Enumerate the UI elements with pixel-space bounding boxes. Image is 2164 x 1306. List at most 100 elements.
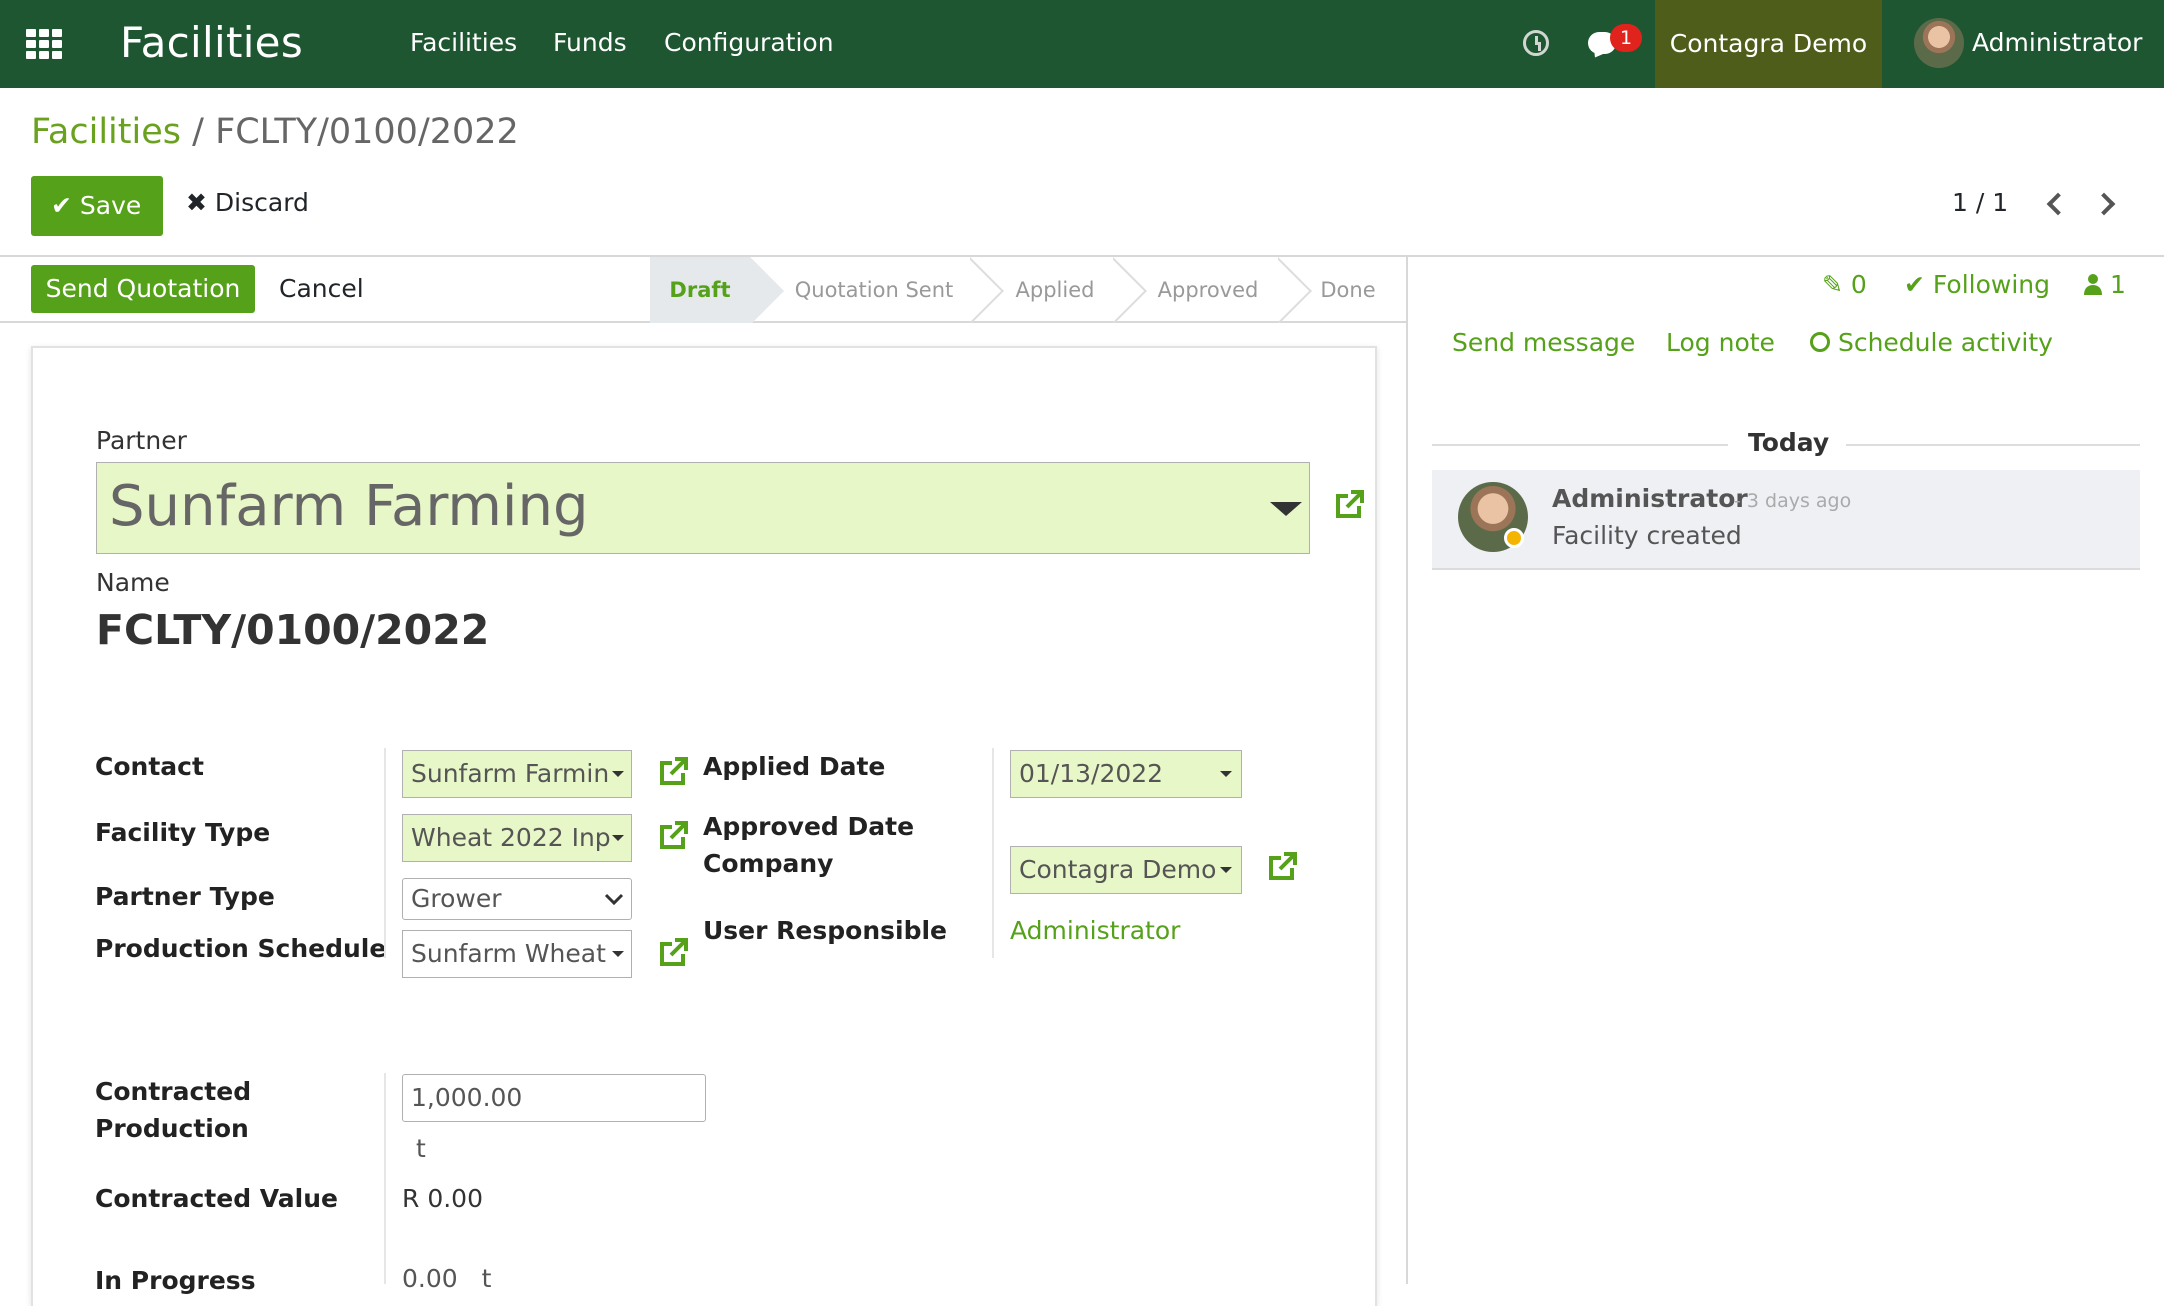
clock-icon xyxy=(1810,332,1830,352)
followers-count: 1 xyxy=(2109,270,2126,299)
production-schedule-label: Production Schedule xyxy=(95,934,387,963)
schedule-activity-button[interactable]: Schedule activity xyxy=(1810,328,2053,357)
breadcrumb: Facilities / FCLTY/0100/2022 xyxy=(31,112,519,152)
chatter-divider xyxy=(1406,257,1408,1284)
label-separator xyxy=(384,748,386,958)
app-title[interactable]: Facilities xyxy=(120,18,303,67)
breadcrumb-parent[interactable]: Facilities xyxy=(31,112,181,152)
partner-label: Partner xyxy=(96,426,187,455)
applied-date-value: 01/13/2022 xyxy=(1019,759,1164,788)
partner-type-label: Partner Type xyxy=(95,882,275,911)
breadcrumb-current: FCLTY/0100/2022 xyxy=(215,112,519,152)
caret-down-icon[interactable] xyxy=(612,771,624,777)
stage-draft[interactable]: Draft xyxy=(650,257,750,323)
online-status-icon xyxy=(1504,528,1524,548)
contracted-value: R 0.00 xyxy=(402,1184,483,1213)
activity-clock-icon[interactable] xyxy=(1523,30,1549,56)
save-button[interactable]: ✔ Save xyxy=(31,176,163,236)
external-link-icon[interactable] xyxy=(656,936,690,970)
attachments-count: 0 xyxy=(1850,270,1867,299)
schedule-activity-label: Schedule activity xyxy=(1837,328,2053,357)
contact-label: Contact xyxy=(95,752,204,781)
caret-down-icon[interactable] xyxy=(1220,771,1232,777)
top-navbar: Facilities Facilities Funds Configuratio… xyxy=(0,0,2164,88)
message-body: Facility created xyxy=(1552,521,1742,550)
in-progress-amount: 0.00 xyxy=(402,1264,458,1293)
check-icon: ✔ xyxy=(1904,270,1925,299)
external-link-icon[interactable] xyxy=(1265,850,1299,884)
external-link-icon[interactable] xyxy=(1332,488,1366,522)
following-label: Following xyxy=(1932,270,2050,299)
user-avatar[interactable] xyxy=(1914,18,1964,68)
followers-button[interactable]: 1 xyxy=(2084,270,2126,299)
stage-done[interactable]: Done xyxy=(1304,257,1392,323)
partner-type-value: Grower xyxy=(411,884,502,913)
production-schedule-value: Sunfarm Wheat xyxy=(411,939,606,968)
stage-quotation-sent[interactable]: Quotation Sent xyxy=(776,257,972,323)
message-author[interactable]: Administrator xyxy=(1552,484,1748,513)
close-icon: ✖ xyxy=(186,188,207,217)
user-icon xyxy=(2084,274,2102,295)
facility-type-value: Wheat 2022 Inp xyxy=(411,823,611,852)
caret-down-icon[interactable] xyxy=(612,835,624,841)
user-responsible-link[interactable]: Administrator xyxy=(1010,912,1180,949)
following-button[interactable]: ✔ Following xyxy=(1904,270,2050,299)
name-label: Name xyxy=(96,568,170,597)
company-value: Contagra Demo xyxy=(1019,855,1217,884)
applied-date-label: Applied Date xyxy=(703,752,886,781)
facility-type-field[interactable]: Wheat 2022 Inp xyxy=(402,814,632,862)
chevron-left-icon[interactable] xyxy=(2046,192,2070,216)
chevron-right-icon[interactable] xyxy=(2092,192,2116,216)
message-date: - 3 days ago xyxy=(1734,490,1852,512)
menu-funds[interactable]: Funds xyxy=(553,28,627,57)
contracted-value-label: Contracted Value xyxy=(95,1184,338,1213)
menu-configuration[interactable]: Configuration xyxy=(664,28,834,57)
caret-down-icon[interactable] xyxy=(612,951,624,957)
divider xyxy=(1432,444,1728,446)
label-separator xyxy=(384,1073,386,1284)
unit-label: t xyxy=(416,1134,426,1163)
contact-field[interactable]: Sunfarm Farmin xyxy=(402,750,632,798)
contact-value: Sunfarm Farmin xyxy=(411,759,610,788)
send-message-button[interactable]: Send message xyxy=(1452,328,1635,357)
record-name: FCLTY/0100/2022 xyxy=(96,606,490,654)
log-note-button[interactable]: Log note xyxy=(1666,328,1775,357)
unit-label: t xyxy=(481,1264,492,1293)
applied-date-field[interactable]: 01/13/2022 xyxy=(1010,750,1242,798)
user-menu[interactable]: Administrator xyxy=(1972,28,2142,57)
caret-down-icon[interactable] xyxy=(1270,502,1302,516)
contracted-production-input[interactable]: 1,000.00 xyxy=(402,1074,706,1122)
company-switcher[interactable]: Contagra Demo xyxy=(1655,0,1882,88)
in-progress-value: 0.00 t xyxy=(402,1264,491,1293)
contracted-production-label: Contracted Production xyxy=(95,1077,252,1143)
menu-facilities[interactable]: Facilities xyxy=(410,28,517,57)
contracted-production-value: 1,000.00 xyxy=(411,1083,523,1112)
check-icon: ✔ xyxy=(51,191,72,220)
apps-menu-icon[interactable] xyxy=(26,29,62,59)
in-progress-label: In Progress xyxy=(95,1266,256,1295)
company-field[interactable]: Contagra Demo xyxy=(1010,846,1242,894)
discard-button[interactable]: ✖ Discard xyxy=(186,188,309,217)
attachments-button[interactable]: ✎ 0 xyxy=(1822,270,1867,299)
stage-applied[interactable]: Applied xyxy=(995,257,1115,323)
partner-type-select[interactable]: Grower xyxy=(402,878,632,920)
save-label: Save xyxy=(79,191,142,220)
label-separator xyxy=(992,748,994,958)
partner-field[interactable]: Sunfarm Farming xyxy=(96,462,1310,554)
cancel-button[interactable]: Cancel xyxy=(279,274,364,303)
breadcrumb-separator: / xyxy=(192,112,204,152)
external-link-icon[interactable] xyxy=(656,819,690,853)
caret-down-icon[interactable] xyxy=(1220,867,1232,873)
stage-approved[interactable]: Approved xyxy=(1138,257,1278,323)
approved-date-label: Approved Date xyxy=(703,812,915,841)
messages-badge: 1 xyxy=(1610,24,1642,52)
paperclip-icon: ✎ xyxy=(1822,270,1843,299)
chatter-message xyxy=(1432,470,2140,570)
chevron-down-icon[interactable] xyxy=(604,892,624,906)
divider xyxy=(1846,444,2140,446)
production-schedule-field[interactable]: Sunfarm Wheat xyxy=(402,930,632,978)
send-quotation-button[interactable]: Send Quotation xyxy=(31,265,255,313)
external-link-icon[interactable] xyxy=(656,755,690,789)
pager-value[interactable]: 1 / 1 xyxy=(1952,188,2008,217)
user-responsible-label: User Responsible xyxy=(703,916,947,945)
